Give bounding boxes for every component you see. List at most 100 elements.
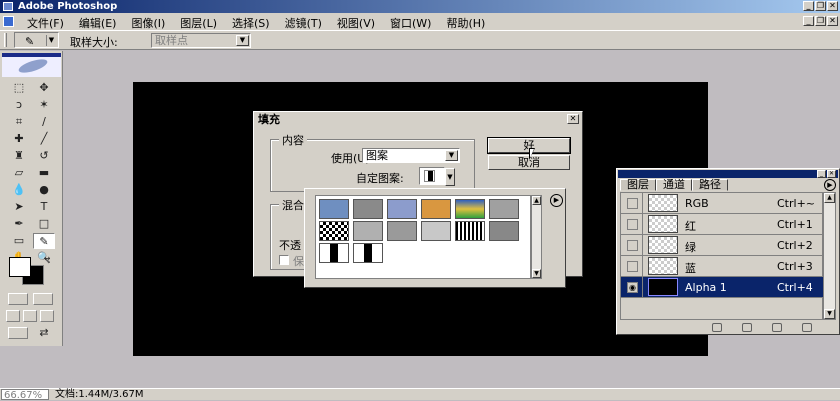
visibility-toggle[interactable]: ◉: [621, 277, 643, 297]
dodge-icon[interactable]: ●: [33, 182, 55, 198]
zoom-field[interactable]: 66.67%: [1, 389, 49, 401]
jump-to-imageready-icon[interactable]: ⇄: [33, 325, 55, 341]
screen-mode-full-button[interactable]: [40, 310, 54, 322]
standard-mode-button[interactable]: [8, 293, 28, 305]
scroll-down-icon[interactable]: ▼: [824, 309, 835, 319]
pattern-swatch-rainbow[interactable]: [455, 199, 485, 219]
panel-close-button[interactable]: ✕: [827, 170, 836, 178]
eraser-icon[interactable]: ▱: [8, 165, 30, 181]
visibility-toggle[interactable]: [621, 256, 643, 276]
blur-icon[interactable]: 💧: [8, 182, 30, 198]
visibility-toggle[interactable]: [621, 235, 643, 255]
menu-item-2[interactable]: 图像(I): [131, 15, 165, 31]
pattern-swatch-stone[interactable]: [353, 199, 383, 219]
history-brush-icon[interactable]: ↺: [33, 148, 55, 164]
pattern-swatch-orange-tile[interactable]: [421, 199, 451, 219]
pattern-swatch-black-white-bar-1[interactable]: [319, 243, 349, 263]
preserve-transparency-checkbox[interactable]: [279, 255, 289, 265]
channel-row[interactable]: RGB Ctrl+~: [621, 193, 823, 214]
jump-to-imageready-button[interactable]: [8, 327, 28, 339]
scroll-up-icon[interactable]: ▲: [824, 193, 835, 203]
eyedropper-icon[interactable]: ✎: [33, 233, 55, 249]
minimize-button[interactable]: _: [803, 1, 814, 11]
close-button[interactable]: ✕: [827, 1, 838, 11]
doc-minimize-button[interactable]: _: [803, 16, 814, 26]
rect-marquee-icon[interactable]: ⬚: [8, 80, 30, 96]
slice-icon[interactable]: ∕: [33, 114, 55, 130]
pattern-swatch-light-speckle[interactable]: [421, 221, 451, 241]
visibility-toggle[interactable]: [621, 214, 643, 234]
menu-item-5[interactable]: 滤镜(T): [285, 15, 322, 31]
doc-size-info[interactable]: 文档:1.44M/3.67M: [55, 389, 144, 400]
panel-tab-1[interactable]: 通道: [656, 179, 692, 191]
options-bar-grip[interactable]: [4, 33, 7, 47]
channels-panel-title-bar[interactable]: _ ✕: [618, 170, 838, 178]
healing-brush-icon[interactable]: ✚: [8, 131, 30, 147]
menu-item-8[interactable]: 帮助(H): [446, 15, 485, 31]
panel-tab-0[interactable]: 图层: [620, 179, 656, 191]
channel-row[interactable]: 绿 Ctrl+2: [621, 235, 823, 256]
save-selection-icon[interactable]: [742, 323, 752, 332]
crop-icon[interactable]: ⌗: [8, 114, 30, 130]
visibility-toggle[interactable]: [621, 193, 643, 213]
panel-menu-button[interactable]: ▶: [824, 179, 836, 191]
swap-colors-icon[interactable]: ↔: [40, 254, 54, 264]
scroll-up-icon[interactable]: ▲: [532, 196, 541, 205]
adobe-feather-logo[interactable]: [2, 53, 61, 77]
use-select[interactable]: 图案 ▼: [362, 148, 460, 163]
channel-row[interactable]: ◉ Alpha 1 Ctrl+4: [621, 277, 823, 298]
brush-icon[interactable]: ╱: [33, 131, 55, 147]
custom-pattern-picker[interactable]: ▼: [419, 167, 455, 186]
gradient-icon[interactable]: ▬: [33, 165, 55, 181]
chevron-down-icon[interactable]: ▼: [236, 35, 249, 46]
fill-dialog-title-bar[interactable]: 填充: [255, 113, 581, 126]
pen-icon[interactable]: ✒: [8, 216, 30, 232]
chevron-down-icon[interactable]: ▼: [445, 168, 455, 186]
magic-wand-icon[interactable]: ✶: [33, 97, 55, 113]
chevron-down-icon[interactable]: ▼: [445, 150, 458, 161]
doc-restore-button[interactable]: ❐: [815, 16, 826, 26]
menu-item-7[interactable]: 窗口(W): [390, 15, 431, 31]
scroll-down-icon[interactable]: ▼: [532, 269, 541, 278]
foreground-color-swatch[interactable]: [9, 257, 31, 277]
document-menu-icon[interactable]: [3, 16, 14, 27]
type-icon[interactable]: T: [33, 199, 55, 215]
pattern-swatch-granite[interactable]: [489, 221, 519, 241]
panel-tab-2[interactable]: 路径: [692, 179, 728, 191]
pattern-swatch-gray-noise[interactable]: [489, 199, 519, 219]
menu-item-3[interactable]: 图层(L): [180, 15, 217, 31]
pattern-swatch-checker-bw[interactable]: [319, 221, 349, 241]
sample-size-select[interactable]: 取样点 ▼: [151, 33, 251, 48]
move-icon[interactable]: ✥: [33, 80, 55, 96]
quick-mask-button[interactable]: [33, 293, 53, 305]
clone-stamp-icon[interactable]: ♜: [8, 148, 30, 164]
new-channel-icon[interactable]: [772, 323, 782, 332]
shape-icon[interactable]: □: [33, 216, 55, 232]
channel-scrollbar[interactable]: ▲ ▼: [823, 192, 836, 320]
pattern-swatch-blue-fabric[interactable]: [387, 199, 417, 219]
pattern-swatch-mottled[interactable]: [387, 221, 417, 241]
channel-row[interactable]: 蓝 Ctrl+3: [621, 256, 823, 277]
trash-icon[interactable]: [802, 323, 812, 332]
chevron-down-icon[interactable]: ▼: [46, 35, 56, 46]
pattern-menu-button[interactable]: ▶: [550, 194, 563, 207]
close-icon[interactable]: ✕: [567, 114, 579, 124]
menu-item-0[interactable]: 文件(F): [27, 15, 64, 31]
load-selection-icon[interactable]: [712, 323, 722, 332]
pattern-swatch-dotted-rows[interactable]: [455, 221, 485, 241]
screen-mode-full-menu-button[interactable]: [23, 310, 37, 322]
panel-minimize-button[interactable]: _: [817, 170, 826, 178]
channel-row[interactable]: 红 Ctrl+1: [621, 214, 823, 235]
pattern-swatch-black-white-bar-2[interactable]: [353, 243, 383, 263]
pattern-scrollbar[interactable]: ▲ ▼: [531, 195, 542, 279]
pattern-swatch-gray-bumps[interactable]: [353, 221, 383, 241]
notes-icon[interactable]: ▭: [8, 233, 30, 249]
lasso-icon[interactable]: ↄ: [8, 97, 30, 113]
pattern-swatch-bubbles[interactable]: [319, 199, 349, 219]
menu-item-1[interactable]: 编辑(E): [79, 15, 117, 31]
menu-item-6[interactable]: 视图(V): [337, 15, 375, 31]
restore-button[interactable]: ❐: [815, 1, 826, 11]
path-select-icon[interactable]: ➤: [8, 199, 30, 215]
menu-item-4[interactable]: 选择(S): [232, 15, 270, 31]
tool-preset-picker[interactable]: ✎ ▼: [14, 32, 59, 48]
